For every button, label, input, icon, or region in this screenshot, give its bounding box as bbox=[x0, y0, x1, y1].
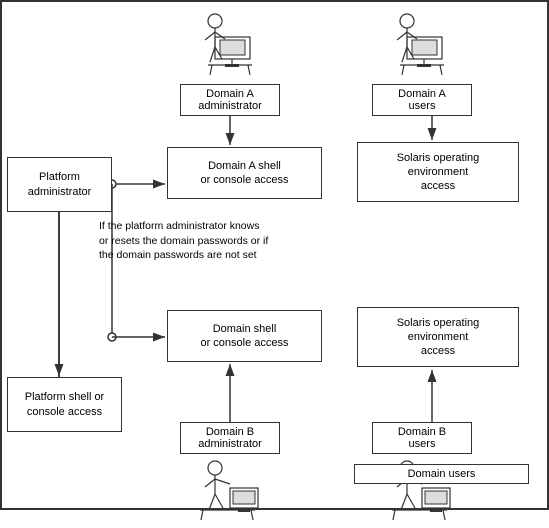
domain-b-shell-label: Domain shell or console access bbox=[200, 322, 288, 351]
domain-a-admin-person: Domain A administrator bbox=[180, 7, 280, 116]
domain-a-shell-box: Domain A shell or console access bbox=[167, 147, 322, 199]
domain-a-admin-label: Domain A administrator bbox=[180, 84, 280, 116]
platform-shell-box: Platform shell or console access bbox=[7, 377, 122, 432]
solaris-b-label: Solaris operating environment access bbox=[397, 316, 480, 359]
domain-b-admin-box-label: Domain users bbox=[354, 464, 529, 484]
solaris-a-label: Solaris operating environment access bbox=[397, 151, 480, 194]
domain-b-users-label: Domain B users bbox=[372, 422, 472, 454]
solaris-b-box: Solaris operating environment access bbox=[357, 307, 519, 367]
condition-note: If the platform administrator knows or r… bbox=[97, 217, 347, 287]
domain-b-admin-label: Domain B administrator bbox=[180, 422, 280, 454]
domain-a-users-person: Domain A users bbox=[372, 7, 472, 116]
platform-shell-label: Platform shell or console access bbox=[25, 390, 104, 419]
solaris-a-box: Solaris operating environment access bbox=[357, 142, 519, 202]
domain-a-shell-label: Domain A shell or console access bbox=[200, 159, 288, 188]
domain-b-admin-person: Domain B administrator bbox=[180, 422, 280, 528]
domain-a-users-label: Domain A users bbox=[372, 84, 472, 116]
platform-admin-label: Platform administrator bbox=[28, 170, 92, 199]
platform-admin-box: Platform administrator bbox=[7, 157, 112, 212]
domain-b-shell-box: Domain shell or console access bbox=[167, 310, 322, 362]
diagram: Platform administrator Platform shell or… bbox=[0, 0, 549, 510]
